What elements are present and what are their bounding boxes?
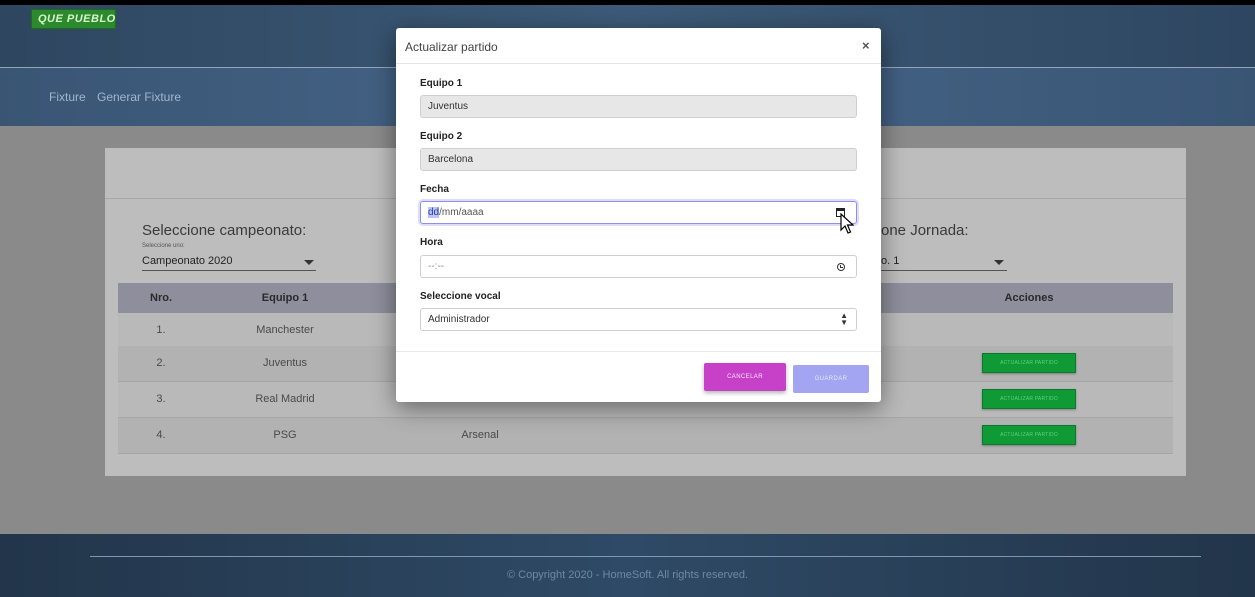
round-chevron-down-icon[interactable] [994, 260, 1004, 265]
team1-field[interactable]: Juventus [420, 95, 857, 118]
row-nro: 3. [156, 393, 166, 405]
brand-logo[interactable]: QUE PUEBLO ! [31, 9, 116, 29]
row-team2: Arsenal [461, 429, 499, 441]
update-match-button[interactable]: Actualizar partido [982, 389, 1076, 409]
row-team1: Juventus [262, 357, 308, 369]
date-rest-segment[interactable]: /mm/aaaa [439, 207, 483, 218]
time-label: Hora [420, 237, 443, 248]
round-label: one Jornada: [881, 222, 969, 239]
copyright-text: © Copyright 2020 - HomeSoft. All rights … [506, 569, 749, 581]
row-nro: 1. [156, 324, 166, 336]
update-match-button[interactable]: Actualizar partido [982, 425, 1076, 445]
cancel-button[interactable]: Cancelar [704, 363, 786, 391]
date-day-segment[interactable]: dd [428, 207, 440, 218]
row-nro: 4. [156, 429, 166, 441]
nav-generar-fixture-link[interactable]: Generar Fixture [97, 90, 181, 104]
championship-label: Seleccione campeonato: [142, 222, 307, 239]
modal-title: Actualizar partido [405, 40, 498, 54]
vocal-select-value: Administrador [428, 314, 490, 325]
clock-icon[interactable] [837, 263, 845, 271]
col-nro-header: Nro. [150, 292, 172, 304]
modal-footer-divider [396, 351, 881, 352]
time-placeholder: --:-- [428, 261, 445, 272]
row-nro: 2. [156, 357, 166, 369]
modal-header: Actualizar partido × [396, 28, 881, 64]
update-match-button[interactable]: Actualizar partido [982, 353, 1076, 373]
nav-fixture-link[interactable]: Fixture [49, 90, 86, 104]
championship-select-underline [142, 270, 316, 271]
championship-select-value[interactable]: Campeonato 2020 [142, 255, 233, 267]
update-match-modal: Actualizar partido × Equipo 1 Juventus E… [396, 28, 881, 402]
footer-divider [90, 556, 1201, 557]
team1-label: Equipo 1 [420, 78, 463, 89]
championship-helper: Seleccione uno: [142, 243, 185, 249]
vocal-select[interactable]: Administrador ▲ ▼ [420, 308, 857, 331]
round-select-underline [881, 270, 1007, 271]
table-row: 4. PSG Arsenal Actualizar partido [118, 418, 1173, 454]
col-actions-header: Acciones [1004, 292, 1054, 304]
team2-field[interactable]: Barcelona [420, 148, 857, 171]
date-field[interactable]: dd/mm/aaaa [420, 201, 857, 224]
sort-arrows-icon: ▲ ▼ [840, 311, 848, 327]
championship-chevron-down-icon[interactable] [304, 260, 314, 265]
col-team1-header: Equipo 1 [261, 292, 309, 304]
row-team1: Real Madrid [255, 393, 315, 405]
close-icon[interactable]: × [862, 38, 870, 53]
save-button[interactable]: Guardar [793, 365, 869, 393]
date-label: Fecha [420, 184, 449, 195]
page-footer: © Copyright 2020 - HomeSoft. All rights … [0, 534, 1255, 597]
vocal-label: Seleccione vocal [420, 291, 501, 302]
row-team1: Manchester [256, 324, 314, 336]
mouse-pointer-icon [840, 213, 854, 234]
round-select-value[interactable]: o. 1 [881, 255, 899, 267]
row-team1: PSG [273, 429, 297, 441]
team2-label: Equipo 2 [420, 131, 463, 142]
time-field[interactable]: --:-- [420, 255, 857, 278]
